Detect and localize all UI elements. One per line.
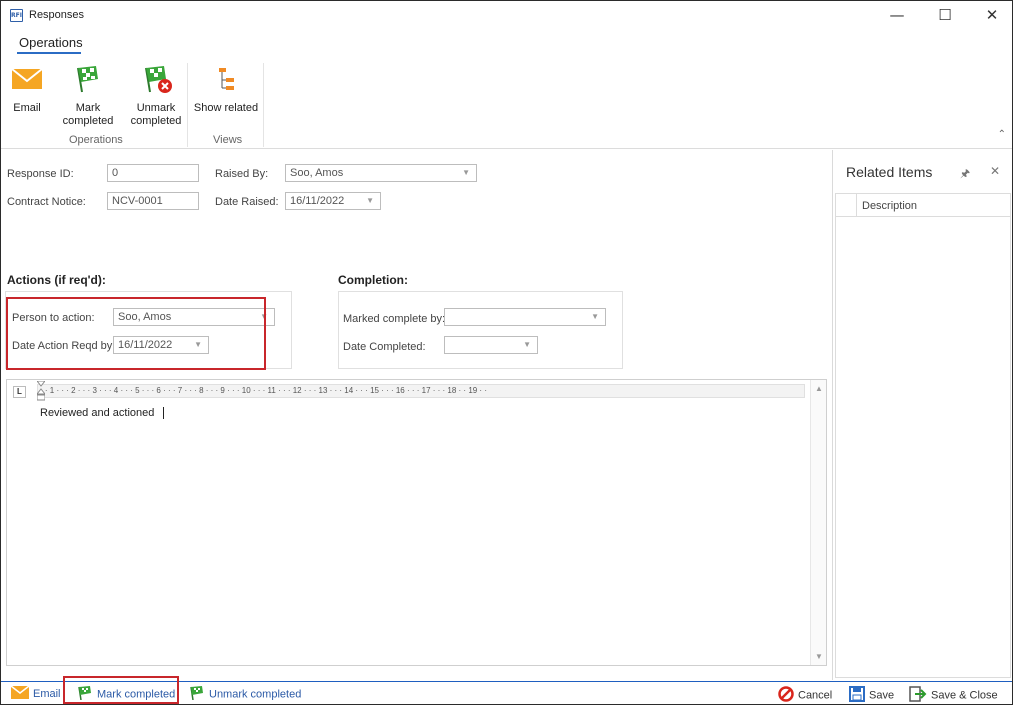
chevron-down-icon: ▼ xyxy=(523,340,531,349)
save-button[interactable]: Save xyxy=(849,686,895,704)
related-items-title: Related Items xyxy=(846,164,933,180)
ribbon-unmark-label-line1: Unmark xyxy=(136,102,176,114)
minimize-button[interactable]: — xyxy=(874,1,920,29)
ribbon-show-related-button[interactable]: Show related xyxy=(193,65,259,115)
panel-close-icon[interactable]: ✕ xyxy=(990,164,1000,178)
cancel-label: Cancel xyxy=(798,689,833,702)
flag-remove-icon xyxy=(140,65,172,97)
ribbon-group-separator xyxy=(187,63,188,147)
ribbon-email-button[interactable]: Email xyxy=(9,65,45,115)
bottom-unmark-completed-button[interactable]: Unmark completed xyxy=(189,686,301,703)
completion-section-title: Completion: xyxy=(338,273,408,287)
horizontal-ruler[interactable]: · · 1 · · · 2 · · · 3 · · · 4 · · · 5 · … xyxy=(37,384,805,398)
marked-complete-by-label: Marked complete by: xyxy=(343,313,446,325)
bottom-command-bar: Email Mark completed Unmark completed Ca… xyxy=(1,676,1012,704)
cancel-button[interactable]: Cancel xyxy=(778,686,833,704)
date-completed-picker[interactable]: ▼ xyxy=(444,336,538,354)
marked-complete-by-select[interactable]: ▼ xyxy=(444,308,606,326)
date-raised-value: 16/11/2022 xyxy=(290,195,345,207)
save-close-button[interactable]: Save & Close xyxy=(909,686,998,704)
related-items-panel: Related Items 🖈 ✕ Description xyxy=(832,150,1012,680)
ribbon-unmark-completed-button[interactable]: Unmark completed xyxy=(129,65,183,128)
highlight-box xyxy=(6,297,266,370)
ribbon-group-views-label: Views xyxy=(213,134,243,146)
ribbon-show-related-label: Show related xyxy=(193,102,259,114)
rich-text-editor[interactable]: L · · 1 · · · 2 · · · 3 · · · 4 · · · 5 … xyxy=(6,379,827,666)
scroll-down-icon[interactable]: ▼ xyxy=(815,652,823,661)
raised-by-label: Raised By: xyxy=(215,168,269,180)
editor-content[interactable]: Reviewed and actioned xyxy=(40,407,165,420)
save-icon xyxy=(849,686,865,704)
green-flag-icon xyxy=(189,686,205,703)
scroll-up-icon[interactable]: ▲ xyxy=(815,384,823,393)
ribbon-unmark-label-line2: completed xyxy=(130,115,182,127)
bottom-unmark-completed-label: Unmark completed xyxy=(209,688,302,701)
chevron-down-icon: ▼ xyxy=(462,168,470,177)
ribbon: Email Mark completed Unmark completed Sh… xyxy=(1,57,1012,149)
text-cursor xyxy=(163,407,165,420)
window-title: Responses xyxy=(29,9,85,21)
date-raised-picker[interactable]: 16/11/2022 ▼ xyxy=(285,192,381,210)
ribbon-tab-operations[interactable]: Operations xyxy=(19,35,83,50)
highlight-box xyxy=(63,676,179,704)
related-items-grid: Description xyxy=(835,193,1011,678)
close-button[interactable]: ✕ xyxy=(969,1,1012,29)
raised-by-value: Soo, Amos xyxy=(290,167,344,179)
completion-groupbox xyxy=(338,291,623,369)
hierarchy-icon xyxy=(210,65,242,97)
ribbon-email-label: Email xyxy=(13,102,41,114)
actions-section-title: Actions (if req'd): xyxy=(7,273,106,287)
response-id-field[interactable]: 0 xyxy=(107,164,199,182)
save-label: Save xyxy=(869,689,895,702)
description-column-header[interactable]: Description xyxy=(862,200,917,212)
green-flag-icon xyxy=(72,65,104,97)
maximize-button[interactable]: ☐ xyxy=(922,1,968,29)
save-close-label: Save & Close xyxy=(931,689,998,702)
ruler-scale: · · 1 · · · 2 · · · 3 · · · 4 · · · 5 · … xyxy=(40,386,487,395)
ribbon-collapse-icon[interactable]: ⌃ xyxy=(998,129,1006,140)
pin-icon[interactable]: 🖈 xyxy=(960,165,970,184)
rfi-app-icon: RFI xyxy=(10,9,23,22)
active-tab-indicator xyxy=(17,52,81,54)
responses-window: RFI Responses — ☐ ✕ Operations Email Mar… xyxy=(0,0,1013,705)
ribbon-group-separator xyxy=(263,63,264,147)
bottom-email-label: Email xyxy=(33,687,61,700)
ribbon-mark-completed-button[interactable]: Mark completed xyxy=(49,65,127,128)
title-bar: RFI Responses — ☐ ✕ xyxy=(1,1,1012,29)
tab-stop-selector[interactable]: L xyxy=(13,386,26,398)
related-items-header: Description xyxy=(836,194,1010,217)
editor-vertical-scrollbar[interactable]: ▲ ▼ xyxy=(810,380,826,665)
contract-notice-field[interactable]: NCV-0001 xyxy=(107,192,199,210)
chevron-down-icon: ▼ xyxy=(591,312,599,321)
cancel-icon xyxy=(778,686,794,704)
contract-notice-label: Contract Notice: xyxy=(7,196,86,208)
indent-marker-icon[interactable] xyxy=(35,380,47,401)
ribbon-mark-completed-label: Mark completed xyxy=(62,102,114,127)
ribbon-group-operations-label: Operations xyxy=(69,134,123,146)
editor-text: Reviewed and actioned xyxy=(40,407,155,419)
envelope-icon xyxy=(11,65,43,97)
date-raised-label: Date Raised: xyxy=(215,196,279,208)
bottom-email-button[interactable]: Email xyxy=(10,685,61,702)
date-completed-label: Date Completed: xyxy=(343,341,426,353)
column-divider xyxy=(856,194,857,216)
response-id-label: Response ID: xyxy=(7,168,74,180)
chevron-down-icon: ▼ xyxy=(366,196,374,205)
envelope-icon xyxy=(10,685,30,702)
save-close-icon xyxy=(909,686,927,704)
raised-by-select[interactable]: Soo, Amos ▼ xyxy=(285,164,477,182)
